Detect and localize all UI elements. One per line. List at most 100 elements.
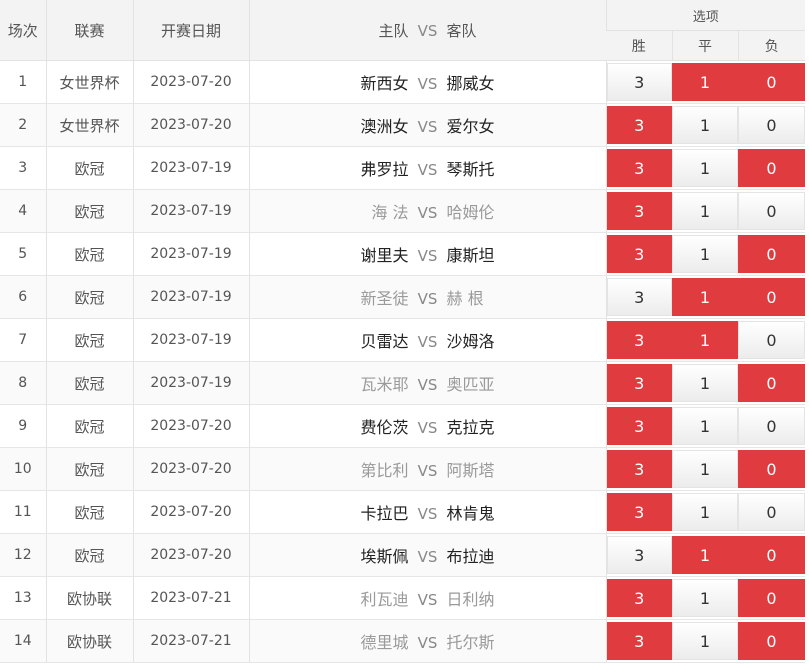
lose-option-button[interactable]: 0 xyxy=(738,278,806,316)
draw-cell: 1 xyxy=(672,189,738,233)
win-cell: 3 xyxy=(605,318,672,362)
header-index: 场次 xyxy=(0,0,46,61)
row-date: 2023-07-19 xyxy=(132,275,249,319)
away-team: 布拉迪 xyxy=(446,547,495,566)
lose-option-button[interactable]: 0 xyxy=(738,235,806,273)
win-option-button[interactable]: 3 xyxy=(606,63,672,101)
win-option-button[interactable]: 3 xyxy=(606,407,672,445)
win-cell: 3 xyxy=(605,189,672,233)
lose-option-button[interactable]: 0 xyxy=(738,450,806,488)
row-league: 欧冠 xyxy=(45,146,133,190)
lose-cell: 0 xyxy=(738,361,806,405)
draw-option-button[interactable]: 1 xyxy=(672,106,738,144)
vs-label: VS xyxy=(417,462,438,480)
table-row: 8 欧冠 2023-07-19 瓦米耶 VS 奥匹亚 3 1 0 xyxy=(0,361,806,405)
row-league: 欧冠 xyxy=(45,361,133,405)
lose-option-button[interactable]: 0 xyxy=(738,622,806,660)
draw-cell: 1 xyxy=(672,146,738,190)
vs-label: VS xyxy=(417,548,438,566)
draw-option-button[interactable]: 1 xyxy=(672,622,738,660)
lose-option-button[interactable]: 0 xyxy=(738,106,806,144)
draw-option-button[interactable]: 1 xyxy=(672,63,738,101)
lose-option-button[interactable]: 0 xyxy=(738,192,806,230)
vs-label: VS xyxy=(417,161,438,179)
lose-option-button[interactable]: 0 xyxy=(738,493,806,531)
draw-option-button[interactable]: 1 xyxy=(672,321,738,359)
row-index: 2 xyxy=(0,103,46,147)
lose-cell: 0 xyxy=(738,576,806,620)
draw-cell: 1 xyxy=(672,447,738,491)
lose-cell: 0 xyxy=(738,189,806,233)
row-league: 欧协联 xyxy=(45,619,133,663)
row-index: 4 xyxy=(0,189,46,233)
lose-option-button[interactable]: 0 xyxy=(738,149,806,187)
row-index: 5 xyxy=(0,232,46,276)
table-row: 6 欧冠 2023-07-19 新圣徒 VS 赫 根 3 1 0 xyxy=(0,275,806,319)
lose-option-button[interactable]: 0 xyxy=(738,63,806,101)
win-option-button[interactable]: 3 xyxy=(606,450,672,488)
lose-option-button[interactable]: 0 xyxy=(738,321,806,359)
draw-option-button[interactable]: 1 xyxy=(672,579,738,617)
win-cell: 3 xyxy=(605,490,672,534)
away-team: 赫 根 xyxy=(446,289,484,308)
draw-option-button[interactable]: 1 xyxy=(672,407,738,445)
row-date: 2023-07-20 xyxy=(132,533,249,577)
row-date: 2023-07-19 xyxy=(132,146,249,190)
row-date: 2023-07-20 xyxy=(132,404,249,448)
win-cell: 3 xyxy=(605,447,672,491)
win-option-button[interactable]: 3 xyxy=(606,536,672,574)
win-option-button[interactable]: 3 xyxy=(606,364,672,402)
table-row: 14 欧协联 2023-07-21 德里城 VS 托尔斯 3 1 0 xyxy=(0,619,806,663)
lose-option-button[interactable]: 0 xyxy=(738,536,806,574)
table-row: 4 欧冠 2023-07-19 海 法 VS 哈姆伦 3 1 0 xyxy=(0,189,806,233)
row-date: 2023-07-19 xyxy=(132,318,249,362)
win-option-button[interactable]: 3 xyxy=(606,622,672,660)
win-option-button[interactable]: 3 xyxy=(606,493,672,531)
lose-option-button[interactable]: 0 xyxy=(738,407,806,445)
win-option-button[interactable]: 3 xyxy=(606,192,672,230)
win-option-button[interactable]: 3 xyxy=(606,321,672,359)
win-option-button[interactable]: 3 xyxy=(606,149,672,187)
lose-cell: 0 xyxy=(738,103,806,147)
home-team: 海 法 xyxy=(371,203,409,222)
row-league: 欧冠 xyxy=(45,232,133,276)
draw-option-button[interactable]: 1 xyxy=(672,192,738,230)
away-team: 爱尔女 xyxy=(446,117,495,136)
win-option-button[interactable]: 3 xyxy=(606,106,672,144)
row-match: 利瓦迪 VS 日利纳 xyxy=(248,576,606,620)
row-match: 费伦茨 VS 克拉克 xyxy=(248,404,606,448)
draw-option-button[interactable]: 1 xyxy=(672,235,738,273)
draw-option-button[interactable]: 1 xyxy=(672,493,738,531)
header-vs: VS xyxy=(417,21,438,40)
draw-option-button[interactable]: 1 xyxy=(672,149,738,187)
home-team: 贝雷达 xyxy=(360,332,409,351)
draw-cell: 1 xyxy=(672,490,738,534)
away-team: 托尔斯 xyxy=(446,633,495,652)
win-cell: 3 xyxy=(605,404,672,448)
lose-cell: 0 xyxy=(738,404,806,448)
header-date: 开赛日期 xyxy=(132,0,249,61)
lose-cell: 0 xyxy=(738,533,806,577)
draw-cell: 1 xyxy=(672,404,738,448)
home-team: 埃斯佩 xyxy=(360,547,409,566)
row-index: 11 xyxy=(0,490,46,534)
win-option-button[interactable]: 3 xyxy=(606,579,672,617)
row-match: 海 法 VS 哈姆伦 xyxy=(248,189,606,233)
table-row: 11 欧冠 2023-07-20 卡拉巴 VS 林肯鬼 3 1 0 xyxy=(0,490,806,534)
table-row: 1 女世界杯 2023-07-20 新西女 VS 挪威女 3 1 0 xyxy=(0,60,806,104)
win-option-button[interactable]: 3 xyxy=(606,235,672,273)
table-row: 12 欧冠 2023-07-20 埃斯佩 VS 布拉迪 3 1 0 xyxy=(0,533,806,577)
draw-option-button[interactable]: 1 xyxy=(672,364,738,402)
row-league: 女世界杯 xyxy=(45,103,133,147)
match-selection-table: 场次 联赛 开赛日期 主队 VS 客队 选项 胜 平 负 1 女世界杯 2023-0… xyxy=(0,0,806,663)
win-option-button[interactable]: 3 xyxy=(606,278,672,316)
draw-option-button[interactable]: 1 xyxy=(672,450,738,488)
row-index: 8 xyxy=(0,361,46,405)
draw-cell: 1 xyxy=(672,60,738,104)
row-match: 新西女 VS 挪威女 xyxy=(248,60,606,104)
lose-option-button[interactable]: 0 xyxy=(738,579,806,617)
draw-option-button[interactable]: 1 xyxy=(672,278,738,316)
draw-option-button[interactable]: 1 xyxy=(672,536,738,574)
draw-cell: 1 xyxy=(672,533,738,577)
lose-option-button[interactable]: 0 xyxy=(738,364,806,402)
